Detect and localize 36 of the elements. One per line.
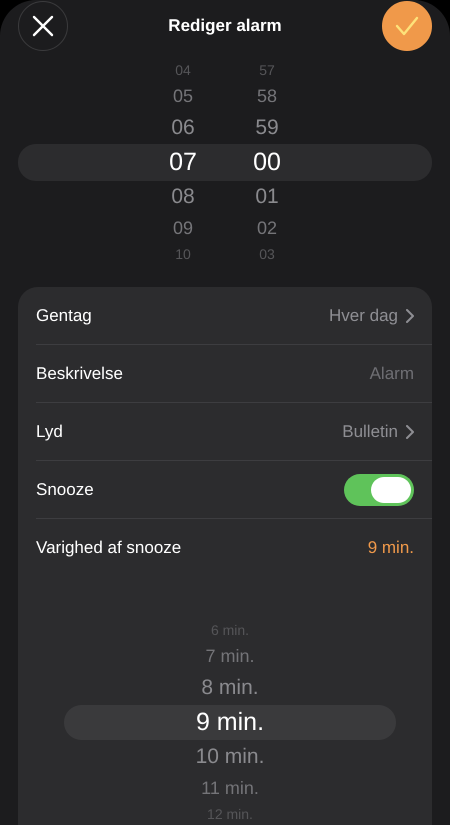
hour-option[interactable]: 09 [172, 213, 194, 243]
row-value[interactable]: 9 min. [368, 538, 414, 558]
close-icon [32, 14, 54, 36]
snooze-option[interactable]: 9 min. [196, 704, 264, 740]
hour-option[interactable]: 10 [175, 243, 191, 265]
hour-option[interactable]: 04 [175, 59, 191, 81]
confirm-button[interactable] [382, 0, 432, 50]
row-value: Bulletin [342, 422, 398, 442]
row-label: Beskrivelse [36, 364, 123, 384]
row-label: Varighed af snooze [36, 538, 182, 558]
hour-option[interactable]: 08 [171, 180, 195, 213]
row-label: Gentag [36, 306, 92, 326]
minute-option[interactable]: 58 [256, 81, 278, 111]
snooze-option[interactable]: 7 min. [205, 641, 255, 671]
row-label: Lyd [36, 422, 63, 442]
minute-option[interactable]: 01 [255, 180, 279, 213]
snooze-option[interactable]: 11 min. [201, 773, 259, 803]
hour-option[interactable]: 05 [172, 81, 194, 111]
close-button[interactable] [18, 0, 68, 50]
row-value: Hver dag [329, 306, 398, 326]
snooze-toggle[interactable] [344, 474, 414, 506]
hour-option[interactable]: 06 [171, 111, 195, 144]
minute-option[interactable]: 57 [259, 59, 275, 81]
minute-option[interactable]: 02 [256, 213, 278, 243]
description-field[interactable]: Alarm [294, 364, 414, 384]
minute-option[interactable]: 59 [255, 111, 279, 144]
window-title: Rediger alarm [168, 16, 282, 36]
checkmark-icon [394, 16, 419, 36]
row-label: Snooze [36, 480, 94, 500]
snooze-option[interactable]: 10 min. [196, 740, 264, 773]
chevron-icon [406, 424, 414, 438]
hour-option[interactable]: 07 [169, 144, 197, 180]
minute-option[interactable]: 00 [253, 144, 281, 180]
snooze-option[interactable]: 8 min. [201, 671, 259, 704]
minute-option[interactable]: 03 [259, 243, 275, 265]
chevron-icon [406, 308, 414, 322]
